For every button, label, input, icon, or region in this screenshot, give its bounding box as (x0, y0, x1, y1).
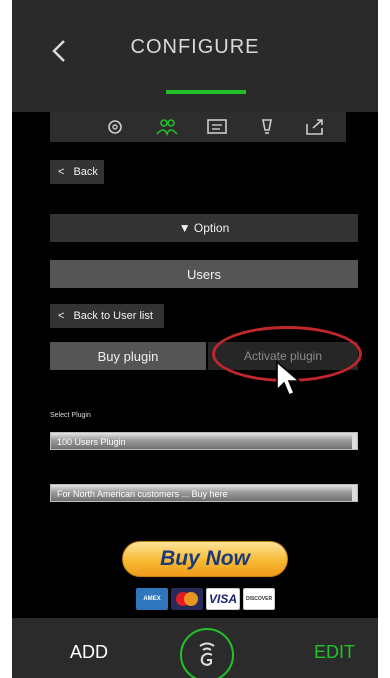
page-title: CONFIGURE (130, 36, 260, 58)
add-button[interactable]: ADD (70, 642, 108, 663)
amex-card-icon: AMEX (136, 588, 168, 610)
export-icon[interactable] (302, 116, 328, 138)
header-bar: CONFIGURE (12, 0, 378, 112)
mouse-cursor-icon (276, 360, 302, 397)
select-plugin-label: Select Plugin (50, 412, 91, 419)
bottom-bar: ADD EDIT (12, 618, 378, 678)
section-icon-bar (50, 112, 346, 142)
back-to-user-list-label: Back to User list (73, 310, 153, 322)
back-button[interactable]: < Back (50, 160, 104, 184)
tab-buy-plugin[interactable]: Buy plugin (50, 342, 206, 370)
users-button[interactable]: Users (50, 260, 358, 288)
mastercard-icon (171, 588, 203, 610)
gear-icon[interactable] (102, 116, 128, 138)
chevron-left-icon: < (58, 310, 65, 322)
back-label: Back (73, 166, 98, 178)
payment-cards: AMEX VISA DISCOVER (136, 588, 275, 610)
visa-card-icon: VISA (206, 588, 240, 610)
mastercard-logo (176, 592, 198, 606)
bulb-icon[interactable] (254, 116, 280, 138)
app-screen: CONFIGURE < Back ▼ Option Users < Back t… (12, 0, 378, 678)
chevron-left-icon: < (58, 166, 65, 178)
edit-button[interactable]: EDIT (314, 642, 355, 663)
back-to-user-list-button[interactable]: < Back to User list (50, 304, 164, 328)
option-dropdown-button[interactable]: ▼ Option (50, 214, 358, 242)
buy-now-button[interactable]: Buy Now (122, 541, 288, 577)
title-underline (166, 90, 246, 94)
users-icon[interactable] (154, 116, 180, 138)
message-icon[interactable] (204, 116, 230, 138)
region-select-field[interactable]: For North American customers ... Buy her… (50, 484, 358, 502)
wifi-logo-button[interactable] (180, 628, 234, 678)
discover-card-icon: DISCOVER (243, 588, 275, 610)
plugin-select-field[interactable]: 100 Users Plugin (50, 432, 358, 450)
signal-g-icon (199, 642, 215, 666)
